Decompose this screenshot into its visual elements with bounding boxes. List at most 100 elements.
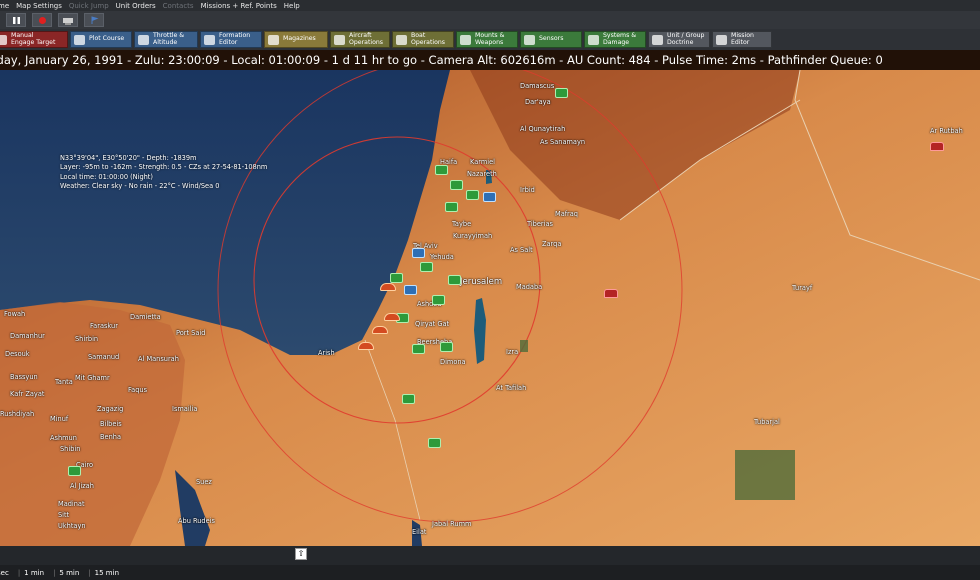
friendly-unit-icon[interactable] (555, 88, 568, 98)
friendly-air-unit-icon[interactable] (404, 285, 417, 295)
friendly-unit-icon[interactable] (448, 275, 461, 285)
systems-icon (588, 34, 599, 45)
button-label: Aircraft Operations (349, 32, 384, 46)
speed-option-5min[interactable]: | 5 min (53, 569, 88, 577)
city-label: Mit Ghamr (75, 374, 110, 382)
speed-option-15min[interactable]: | 15 min (88, 569, 128, 577)
city-label: Damietta (130, 313, 161, 321)
button-label: Unit / Group Doctrine (667, 32, 705, 46)
city-label: Shirbin (75, 335, 99, 343)
menu-item-quick-jump[interactable]: Quick Jump (69, 2, 116, 10)
info-layer: Layer: -95m to -162m - Strength: 0.5 - C… (60, 163, 268, 172)
pause-button[interactable] (6, 13, 26, 27)
friendly-unit-icon[interactable] (440, 342, 453, 352)
city-label: Kafr Zayat (10, 390, 45, 398)
hostile-unit-icon[interactable] (372, 326, 388, 334)
cursor-info-box: N33°39'04", E30°50'20" - Depth: -1839m L… (60, 154, 267, 192)
enemy-unit-icon[interactable] (930, 142, 944, 151)
menu-item-unit-orders[interactable]: Unit Orders (116, 2, 163, 10)
city-label: Sitt (58, 511, 70, 519)
menu-item-game[interactable]: me (0, 2, 16, 10)
friendly-unit-icon[interactable] (428, 438, 441, 448)
systems-damage-button[interactable]: Systems & Damage (584, 31, 646, 48)
friendly-unit-icon[interactable] (68, 466, 81, 476)
city-label: Tiberias (527, 220, 553, 228)
throttle-icon (138, 34, 149, 45)
hostile-unit-icon[interactable] (384, 313, 400, 321)
flag-icon (91, 15, 99, 24)
button-label: Throttle & Altitude (153, 32, 185, 46)
mounts-weapons-button[interactable]: Mounts & Weapons (456, 31, 518, 48)
friendly-unit-icon[interactable] (412, 344, 425, 354)
formation-editor-button[interactable]: Formation Editor (200, 31, 262, 48)
city-label: Kurayyimah (453, 232, 493, 240)
mission-editor-button[interactable]: Mission Editor (712, 31, 772, 48)
friendly-unit-icon[interactable] (432, 295, 445, 305)
button-label: Formation Editor (219, 32, 251, 46)
city-label: Arish (318, 349, 335, 357)
separator-icon: | (53, 568, 56, 577)
city-label: Ismailia (172, 405, 198, 413)
friendly-unit-icon[interactable] (402, 394, 415, 404)
city-label: Desouk (5, 350, 30, 358)
menu-item-help[interactable]: Help (284, 2, 307, 10)
city-label: Al Qunaytirah (520, 125, 566, 133)
city-label: Eilat (412, 528, 427, 536)
friendly-unit-icon[interactable] (435, 165, 448, 175)
doctrine-icon (652, 34, 663, 45)
menu-item-contacts[interactable]: Contacts (163, 2, 201, 10)
friendly-unit-icon[interactable] (390, 273, 403, 283)
city-label: Bassyun (10, 373, 38, 381)
info-local-time: Local time: 01:00:00 (Night) (60, 172, 153, 181)
button-label: Plot Course (89, 35, 125, 43)
vegetation-patch (520, 340, 528, 352)
friendly-unit-icon[interactable] (466, 190, 479, 200)
map-canvas[interactable] (0, 70, 980, 546)
hostile-unit-icon[interactable] (358, 342, 374, 350)
menu-item-map-settings[interactable]: Map Settings (16, 2, 69, 10)
city-label: Taybe (452, 220, 472, 228)
city-label: Damanhur (10, 332, 45, 340)
boat-operations-button[interactable]: Boat Operations (392, 31, 454, 48)
city-label: Bilbeis (100, 420, 122, 428)
sensors-button[interactable]: Sensors (520, 31, 582, 48)
record-button[interactable] (32, 13, 52, 27)
city-label: Jerusalem (460, 277, 503, 287)
city-label: At Tafilah (496, 384, 527, 392)
friendly-unit-icon[interactable] (445, 202, 458, 212)
throttle-altitude-button[interactable]: Throttle & Altitude (134, 31, 198, 48)
sensors-icon (524, 34, 535, 45)
panel-bar: Manual Engage Target Plot Course Throttl… (0, 29, 980, 50)
vegetation-patch (735, 450, 795, 500)
enemy-unit-icon[interactable] (604, 289, 618, 298)
city-label: Jabal Rumm (432, 520, 472, 528)
time-compression-bar: sec |1 min |5 min |15 min (0, 565, 980, 580)
magazines-button[interactable]: Magazines (264, 31, 328, 48)
button-label: Sensors (539, 35, 564, 43)
friendly-unit-icon[interactable] (450, 180, 463, 190)
friendly-air-unit-icon[interactable] (412, 248, 425, 258)
timeline-bar[interactable]: ⇧ (0, 546, 980, 565)
plot-course-icon (74, 34, 85, 45)
terrain-button[interactable] (58, 13, 78, 27)
speed-option-1min[interactable]: | 1 min (18, 569, 53, 577)
menu-item-missions[interactable]: Missions + Ref. Points (201, 2, 284, 10)
button-label: Magazines (283, 35, 316, 43)
unit-group-doctrine-button[interactable]: Unit / Group Doctrine (648, 31, 710, 48)
speed-option-sec[interactable]: sec (0, 569, 18, 577)
aircraft-operations-button[interactable]: Aircraft Operations (330, 31, 390, 48)
flag-button[interactable] (84, 13, 104, 27)
city-label: Port Said (176, 329, 206, 337)
status-bar: rday, January 26, 1991 - Zulu: 23:00:09 … (0, 50, 980, 70)
tactical-map[interactable]: N33°39'04", E30°50'20" - Depth: -1839m L… (0, 70, 980, 546)
friendly-air-unit-icon[interactable] (483, 192, 496, 202)
city-label: Zarqa (542, 240, 562, 248)
manual-engage-target-button[interactable]: Manual Engage Target (0, 31, 68, 48)
hostile-unit-icon[interactable] (380, 283, 396, 291)
friendly-unit-icon[interactable] (420, 262, 433, 272)
time-marker-button[interactable]: ⇧ (295, 548, 307, 560)
button-label: Mission Editor (731, 32, 754, 46)
info-weather: Weather: Clear sky - No rain - 22°C - Wi… (60, 182, 220, 191)
city-label: Al Jizah (70, 482, 94, 490)
plot-course-button[interactable]: Plot Course (70, 31, 132, 48)
